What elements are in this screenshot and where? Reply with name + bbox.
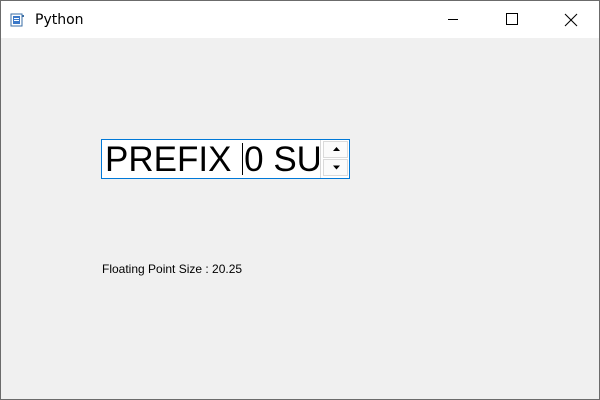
spinbox-value: 0 — [244, 140, 264, 179]
close-icon — [564, 13, 578, 27]
close-button[interactable] — [547, 1, 593, 38]
arrow-up-icon — [333, 147, 340, 151]
size-label: Floating Point Size : 20.25 — [102, 262, 243, 276]
text-cursor — [242, 143, 244, 175]
spinbox-prefix: PREFIX — [105, 140, 242, 179]
app-window: Python PREFIX 0 SUFFIX — [0, 0, 600, 400]
maximize-icon — [506, 13, 518, 25]
window-title: Python — [35, 12, 84, 28]
spin-down-button[interactable] — [323, 159, 348, 176]
double-spinbox[interactable]: PREFIX 0 SUFFIX — [101, 139, 350, 179]
title-bar[interactable]: Python — [1, 1, 599, 38]
spin-up-button[interactable] — [323, 141, 348, 158]
spinbox-input[interactable]: PREFIX 0 SUFFIX — [105, 140, 319, 179]
maximize-button[interactable] — [489, 1, 535, 38]
client-area: PREFIX 0 SUFFIX Floating Point Size : 20… — [1, 38, 599, 399]
spinbox-buttons — [320, 140, 349, 178]
minimize-icon — [448, 19, 458, 20]
python-app-icon — [10, 12, 26, 28]
minimize-button[interactable] — [430, 1, 476, 38]
spinbox-suffix: SUFFIX — [273, 140, 319, 179]
arrow-down-icon — [333, 165, 340, 170]
